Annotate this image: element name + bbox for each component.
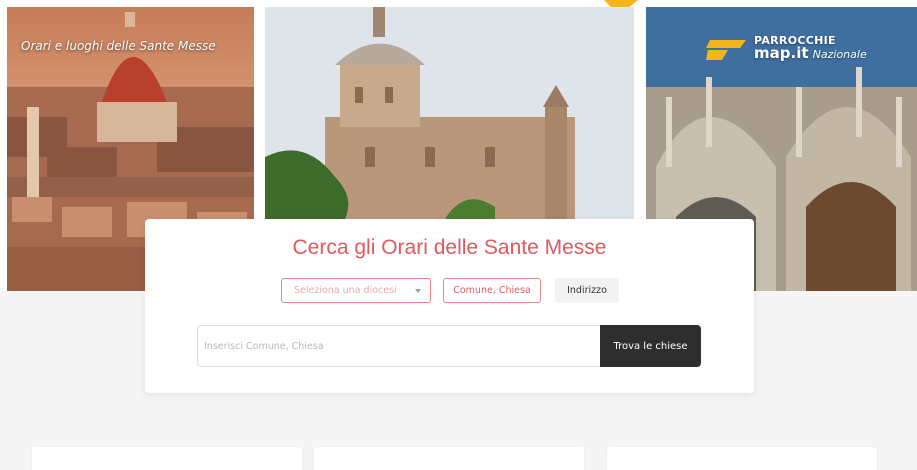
info-card-1 (32, 447, 302, 470)
search-input[interactable] (197, 325, 601, 367)
logo-brand: map (754, 44, 791, 62)
search-title: Cerca gli Orari delle Sante Messe (292, 236, 607, 259)
logo-line2: map.it Nazionale (754, 46, 867, 61)
diocese-select[interactable]: Seleziona una diocesi (281, 278, 431, 303)
info-card-3 (607, 447, 877, 470)
logo-tld: .it (790, 44, 809, 62)
search-card: Cerca gli Orari delle Sante Messe Selezi… (145, 219, 754, 393)
info-card-2 (314, 447, 584, 470)
find-churches-button[interactable]: Trova le chiese (600, 325, 701, 367)
mode-comune-button[interactable]: Comune, Chiesa (443, 278, 541, 303)
chevron-down-icon (415, 289, 421, 293)
mode-indirizzo-button[interactable]: Indirizzo (555, 278, 619, 303)
logo-text: PARROCCHIE map.it Nazionale (754, 35, 867, 61)
logo-mark-icon (706, 40, 746, 60)
hero-image-palermo (265, 7, 634, 219)
hero-caption: Orari e luoghi delle Sante Messe (21, 39, 216, 53)
parrocchiemap-logo[interactable]: PARROCCHIE map.it Nazionale (706, 34, 867, 62)
logo-suffix: Nazionale (812, 48, 867, 61)
diocese-select-placeholder: Seleziona una diocesi (294, 285, 397, 296)
